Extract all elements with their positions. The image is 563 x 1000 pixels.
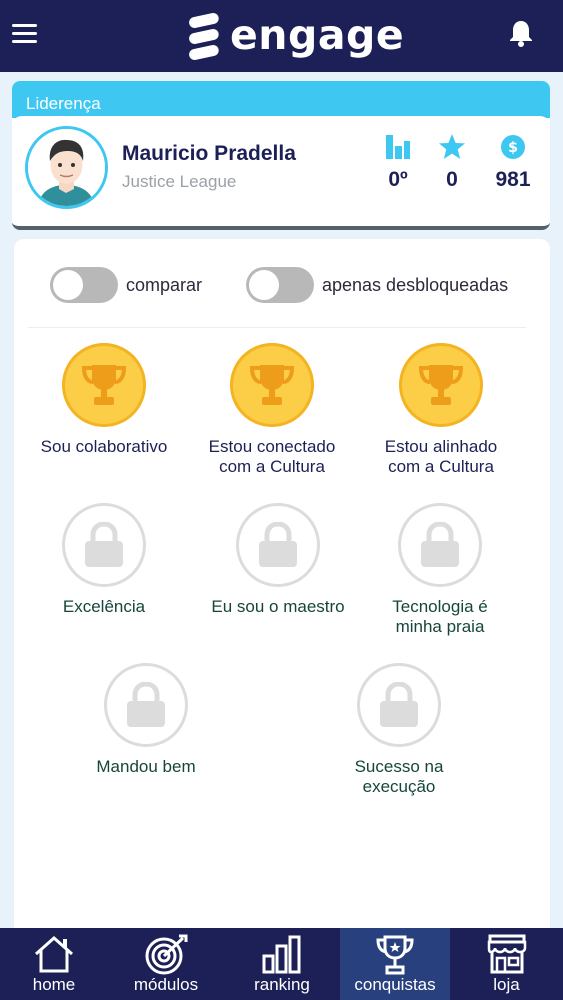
achievement-mandou-bem[interactable]: Mandou bem xyxy=(56,663,236,777)
compare-label: comparar xyxy=(126,274,203,295)
lock-icon xyxy=(259,522,297,567)
house-icon xyxy=(35,935,73,973)
stat-stars: 0 xyxy=(430,132,474,192)
achievements-panel: comparar apenas desbloqueadas Sou colabo… xyxy=(14,239,550,939)
hamburger-menu-icon[interactable] xyxy=(12,22,38,44)
leadership-body: Mauricio Pradella Justice League 0º 0 $ … xyxy=(12,116,550,226)
nav-ranking-label: ranking xyxy=(254,975,310,994)
unlocked-only-label: apenas desbloqueadas xyxy=(322,274,509,295)
trophy-icon xyxy=(81,365,127,405)
bell-icon[interactable] xyxy=(506,18,536,48)
coin-icon: $ xyxy=(501,135,525,159)
top-app-bar: engage xyxy=(0,0,563,72)
achievement-label: Tecnologia é minha praia xyxy=(392,597,488,636)
unlocked-only-toggle-row[interactable]: apenas desbloqueadas xyxy=(246,267,508,303)
lock-icon xyxy=(421,522,459,567)
nav-home-label: home xyxy=(32,975,76,994)
compare-toggle[interactable] xyxy=(50,267,118,303)
engage-logo-icon xyxy=(189,13,219,60)
user-name: Mauricio Pradella xyxy=(122,142,296,165)
nav-conquistas[interactable]: conquistas xyxy=(340,928,450,1000)
achievement-label: Sucesso na execução xyxy=(354,757,444,796)
nav-home[interactable]: home xyxy=(0,928,108,1000)
ranking-bars-icon xyxy=(386,135,410,159)
stat-ranking-value: 0º xyxy=(388,168,408,191)
nav-modulos[interactable]: módulos xyxy=(108,928,224,1000)
star-icon xyxy=(439,134,465,159)
divider xyxy=(28,327,526,328)
achievement-label: Sou colaborativo xyxy=(40,437,168,456)
achievement-estou-alinhado[interactable]: Estou alinhado com a Cultura xyxy=(351,343,531,477)
trophy-icon xyxy=(418,365,464,405)
achievement-label: Estou conectado com a Cultura xyxy=(208,437,336,476)
stat-stars-value: 0 xyxy=(446,168,458,191)
nav-conquistas-label: conquistas xyxy=(354,975,436,994)
user-team: Justice League xyxy=(122,172,237,191)
bar-chart-icon xyxy=(262,935,301,974)
stat-ranking: 0º xyxy=(376,132,420,192)
nav-loja[interactable]: loja xyxy=(450,928,563,1000)
app-logo: engage xyxy=(188,12,404,62)
compare-toggle-row[interactable]: comparar xyxy=(50,267,202,303)
lock-icon xyxy=(127,682,165,727)
achievement-label: Excelência xyxy=(62,597,146,616)
achievement-label: Eu sou o maestro xyxy=(211,597,345,616)
store-icon xyxy=(487,934,526,974)
user-avatar-icon xyxy=(28,129,105,206)
trophy-icon xyxy=(249,365,295,405)
achievement-sucesso-na-execucao[interactable]: Sucesso na execução xyxy=(309,663,489,797)
lock-icon xyxy=(380,682,418,727)
achievement-estou-conectado[interactable]: Estou conectado com a Cultura xyxy=(182,343,362,477)
bottom-nav: home módulos ranking conquistas loja xyxy=(0,928,563,1000)
nav-ranking[interactable]: ranking xyxy=(224,928,340,1000)
achievement-label: Estou alinhado com a Cultura xyxy=(384,437,498,476)
nav-loja-label: loja xyxy=(493,975,520,994)
app-name: engage xyxy=(230,10,405,59)
achievement-eu-sou-o-maestro[interactable]: Eu sou o maestro xyxy=(188,503,368,617)
achievement-tecnologia[interactable]: Tecnologia é minha praia xyxy=(350,503,530,637)
lock-icon xyxy=(85,522,123,567)
svg-text:$: $ xyxy=(508,140,518,156)
achievement-excelencia[interactable]: Excelência xyxy=(14,503,194,617)
stat-coins-value: 981 xyxy=(495,168,531,191)
unlocked-only-toggle[interactable] xyxy=(246,267,314,303)
achievement-sou-colaborativo[interactable]: Sou colaborativo xyxy=(14,343,194,457)
leadership-card: Liderença Mauricio Pradella Justice Leag… xyxy=(12,81,550,230)
nav-modulos-label: módulos xyxy=(133,975,199,994)
trophy-icon xyxy=(376,935,414,975)
avatar[interactable] xyxy=(25,126,108,209)
achievement-label: Mandou bem xyxy=(96,757,196,776)
leadership-title: Liderença xyxy=(12,81,550,118)
stat-coins: $ 981 xyxy=(491,132,535,192)
target-icon xyxy=(145,934,188,975)
